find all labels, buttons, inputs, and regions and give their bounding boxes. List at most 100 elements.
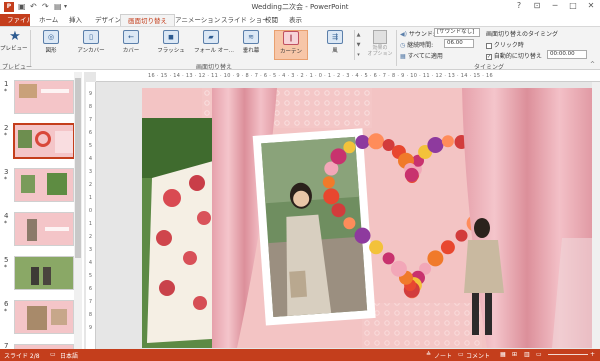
effect-options-button[interactable]: 効果の オプション: [366, 30, 394, 62]
tab-view[interactable]: 表示: [282, 14, 309, 26]
curtains-icon: ∥: [283, 31, 299, 45]
transition-drape[interactable]: ≋ 垂れ幕: [234, 30, 268, 60]
ruler-tick: 5: [88, 143, 93, 149]
flower: [427, 250, 444, 267]
gallery-label: アンカバー: [77, 48, 105, 54]
collapse-ribbon-icon[interactable]: ^: [590, 61, 595, 68]
ribbon-display-icon[interactable]: ⊡: [528, 0, 546, 12]
reading-view-icon[interactable]: ▥: [524, 351, 530, 358]
transition-star-icon: *: [4, 132, 7, 139]
ruler-tick: 4: [88, 260, 93, 266]
ruler-tick: 3: [88, 247, 93, 253]
language-indicator[interactable]: 日本語: [60, 351, 78, 360]
tab-home[interactable]: ホーム: [32, 14, 65, 26]
checked-icon: ✓: [486, 53, 492, 60]
tab-insert[interactable]: 挿入: [62, 14, 89, 26]
proofing-icon[interactable]: ▭: [50, 351, 56, 358]
transition-star-icon: *: [4, 88, 7, 95]
transition-uncover[interactable]: ▯ アンカバー: [74, 30, 108, 60]
auto-advance-label: 自動的に切り替え: [493, 53, 542, 60]
thumb-heart: [35, 131, 51, 147]
effect-options-icon: [373, 30, 387, 44]
transition-cover[interactable]: ← カバー: [114, 30, 148, 60]
photo-frame: [252, 128, 376, 326]
flower: [355, 135, 370, 149]
uncover-icon: ▯: [83, 30, 99, 44]
transition-star-icon: *: [4, 176, 7, 183]
transition-curtains[interactable]: ∥ カーテン: [274, 30, 308, 60]
ruler-tick: 1: [88, 195, 93, 201]
sound-select[interactable]: [サウンドなし]: [434, 28, 480, 37]
preview-button[interactable]: ★ プレビュー: [0, 30, 28, 58]
gallery-label: カーテン: [279, 49, 302, 55]
slide-thumb-5[interactable]: [14, 256, 74, 290]
flower: [323, 188, 340, 205]
effect-options-label: 効果の オプション: [367, 45, 393, 57]
flower: [354, 227, 371, 244]
flower: [343, 141, 356, 154]
divider: [30, 30, 31, 66]
timing-group-label: タイミング: [474, 64, 505, 71]
slide-number: 5: [4, 256, 9, 264]
slide-canvas[interactable]: [142, 88, 592, 348]
slide-thumb-1[interactable]: [14, 80, 74, 114]
editor-scrollbar[interactable]: [592, 82, 600, 349]
help-icon[interactable]: ?: [510, 0, 528, 12]
transition-flash[interactable]: ◼ フラッシュ: [154, 30, 188, 60]
ruler-tick: 9: [88, 325, 93, 331]
comments-icon[interactable]: ▭: [458, 351, 464, 358]
vertical-ruler: 9 8 7 6 5 4 3 2 1 0 1 2 3 4 5 6 7 8 9: [86, 82, 96, 349]
ruler-tick: 9: [88, 91, 93, 97]
flower: [390, 260, 407, 277]
ruler-tick: 7: [88, 117, 93, 123]
close-icon[interactable]: ✕: [582, 0, 600, 12]
thumb-photo: [51, 309, 67, 325]
thumbnail-scrollbar[interactable]: [74, 72, 82, 349]
slide-thumb-3[interactable]: [14, 168, 74, 202]
zoom-in-button[interactable]: +: [590, 351, 595, 358]
duration-input[interactable]: 06.00: [444, 39, 474, 48]
transition-shape[interactable]: ◎ 図形: [34, 30, 68, 60]
slideshow-view-icon[interactable]: ▭: [536, 351, 542, 358]
on-click-checkbox[interactable]: クリック時: [486, 40, 524, 49]
flower: [330, 148, 347, 165]
scrollbar-thumb[interactable]: [75, 78, 81, 258]
transition-fall-over[interactable]: ▰ フォール オー...: [194, 30, 234, 60]
slide-thumb-6[interactable]: [14, 300, 74, 334]
gallery-scroll[interactable]: ▲ ▼ ▾: [354, 30, 362, 60]
minimize-icon[interactable]: ─: [546, 0, 564, 12]
advance-header: 画面切り替えのタイミング: [486, 31, 559, 38]
thumb-photo: [27, 306, 47, 330]
horizontal-ruler: 16 · 15 · 14 · 13 · 12 · 11 · 10 · 9 · 8…: [96, 72, 600, 82]
lace-decoration: [362, 303, 482, 348]
person-bag: [289, 270, 308, 298]
gallery-label: フラッシュ: [157, 48, 185, 54]
auto-advance-checkbox[interactable]: ✓ 自動的に切り替え: [486, 51, 542, 60]
tab-file[interactable]: ファイル: [0, 14, 33, 26]
zoom-slider[interactable]: [548, 354, 588, 355]
flower: [368, 133, 385, 150]
normal-view-icon[interactable]: ▦: [500, 351, 506, 358]
apply-all-button[interactable]: ▦ すべてに適用: [400, 51, 443, 60]
slide-thumb-2[interactable]: [13, 123, 75, 159]
slide-thumb-4[interactable]: [14, 212, 74, 246]
tab-review[interactable]: 校閲: [258, 14, 285, 26]
slide-number: 6: [4, 300, 9, 308]
auto-time-input[interactable]: 00:00.00: [547, 50, 587, 59]
maximize-icon[interactable]: □: [564, 0, 582, 12]
thumb-photo: [19, 84, 37, 98]
thumb-photo: [47, 173, 67, 195]
transition-wind[interactable]: ⇶ 風: [318, 30, 352, 60]
ruler-tick: 7: [88, 299, 93, 305]
comments-button[interactable]: コメント: [466, 351, 490, 360]
flower: [441, 135, 454, 148]
thumb-person: [43, 267, 51, 285]
slide-sorter-icon[interactable]: ⊞: [512, 351, 517, 358]
tab-transitions[interactable]: 画面切り替え: [120, 14, 175, 26]
thumb-person: [31, 267, 39, 285]
preview-label: プレビュー: [0, 46, 28, 52]
notes-button[interactable]: ノート: [434, 351, 452, 360]
notes-icon[interactable]: ≙: [426, 351, 431, 358]
slide-indicator: スライド 2/8: [4, 353, 40, 360]
status-bar: スライド 2/8 ▭ 日本語 ≙ ノート ▭ コメント ▦ ⊞ ▥ ▭ +: [0, 349, 600, 361]
